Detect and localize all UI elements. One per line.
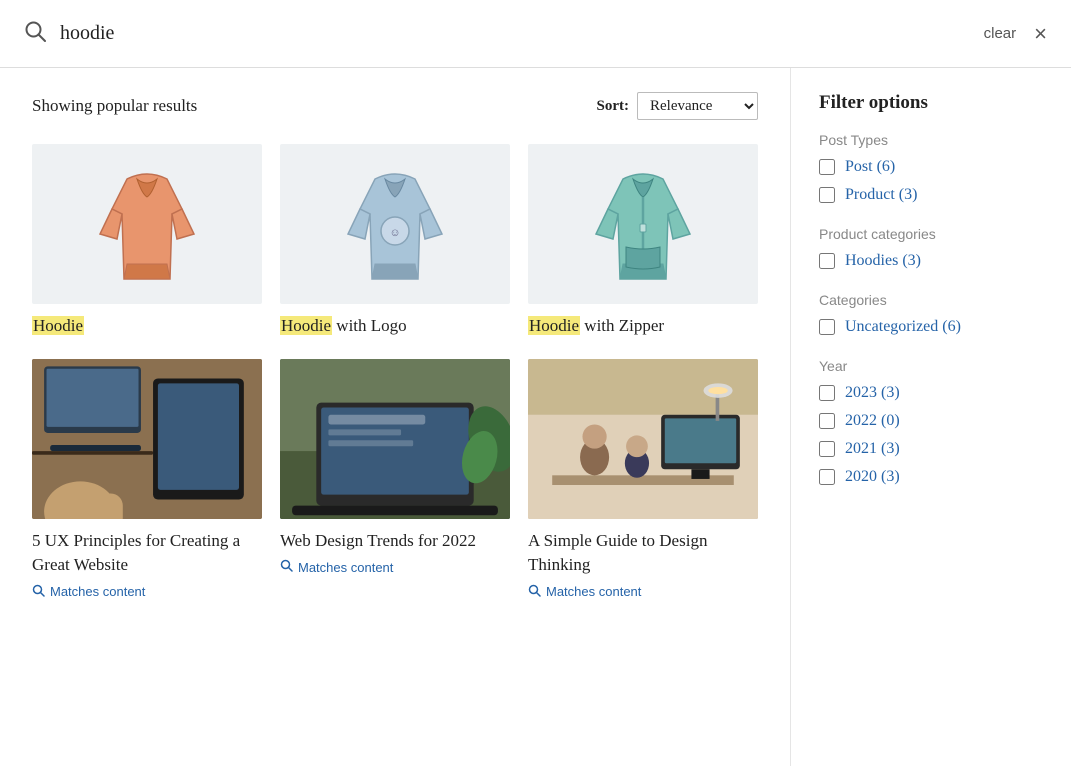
card-title: Web Design Trends for 2022	[280, 529, 510, 554]
results-area: Showing popular results Sort: Relevance …	[0, 68, 791, 766]
card-image	[528, 144, 758, 304]
result-card: Hoodie	[32, 144, 262, 339]
card-title: A Simple Guide to Design Thinking	[528, 529, 758, 578]
card-title: Hoodie	[32, 314, 262, 339]
filter-section-post-types: Post Types Post (6) Product (3)	[819, 132, 1043, 204]
sort-select[interactable]: Relevance Date Popularity	[637, 92, 758, 120]
filter-checkbox-product[interactable]	[819, 187, 835, 203]
filter-item: 2020 (3)	[819, 468, 1043, 486]
filter-section-label: Post Types	[819, 132, 1043, 148]
filter-item: 2021 (3)	[819, 440, 1043, 458]
card-image: ☺	[280, 144, 510, 304]
filter-item: Hoodies (3)	[819, 252, 1043, 270]
filter-item-label[interactable]: 2022 (0)	[845, 412, 900, 430]
filter-checkbox-2020[interactable]	[819, 469, 835, 485]
svg-text:☺: ☺	[389, 227, 400, 239]
search-input[interactable]	[60, 22, 984, 45]
filter-section-year: Year 2023 (3) 2022 (0) 2021 (3) 2020 (3)	[819, 358, 1043, 486]
filter-item: Uncategorized (6)	[819, 318, 1043, 336]
filter-item-label[interactable]: 2020 (3)	[845, 468, 900, 486]
result-card: 5 UX Principles for Creating a Great Web…	[32, 359, 262, 600]
result-card: A Simple Guide to Design Thinking Matche…	[528, 359, 758, 600]
clear-button[interactable]: clear	[984, 25, 1017, 42]
filter-checkbox-uncategorized[interactable]	[819, 319, 835, 335]
card-image	[32, 359, 262, 519]
highlight-text: Hoodie	[32, 316, 84, 335]
filter-item: Product (3)	[819, 186, 1043, 204]
filter-checkbox-2022[interactable]	[819, 413, 835, 429]
showing-popular-text: Showing popular results	[32, 96, 197, 116]
sort-label: Sort:	[597, 98, 630, 115]
result-card: Web Design Trends for 2022 Matches conte…	[280, 359, 510, 600]
filter-section-product-categories: Product categories Hoodies (3)	[819, 226, 1043, 270]
matches-content-badge: Matches content	[280, 559, 510, 575]
search-icon	[24, 20, 46, 48]
main-layout: Showing popular results Sort: Relevance …	[0, 68, 1071, 766]
filter-item-label[interactable]: Post (6)	[845, 158, 895, 176]
highlight-text: Hoodie	[280, 316, 332, 335]
matches-search-icon	[528, 584, 541, 600]
filter-section-label: Product categories	[819, 226, 1043, 242]
matches-search-icon	[280, 559, 293, 575]
matches-content-badge: Matches content	[528, 584, 758, 600]
card-title: Hoodie with Logo	[280, 314, 510, 339]
filter-section-label: Year	[819, 358, 1043, 374]
filter-item-label[interactable]: 2021 (3)	[845, 440, 900, 458]
highlight-text: Hoodie	[528, 316, 580, 335]
filter-item-label[interactable]: Hoodies (3)	[845, 252, 921, 270]
filter-item: 2023 (3)	[819, 384, 1043, 402]
filter-item: 2022 (0)	[819, 412, 1043, 430]
search-bar: clear ×	[0, 0, 1071, 68]
result-card: ☺ Hoodie with Logo	[280, 144, 510, 339]
filter-item-label[interactable]: 2023 (3)	[845, 384, 900, 402]
filter-checkbox-2021[interactable]	[819, 441, 835, 457]
filter-checkbox-post[interactable]	[819, 159, 835, 175]
filter-title: Filter options	[819, 92, 1043, 114]
filter-item-label[interactable]: Uncategorized (6)	[845, 318, 961, 336]
result-card: Hoodie with Zipper	[528, 144, 758, 339]
results-grid: Hoodie ☺ Hoodie with	[32, 144, 758, 600]
card-title: Hoodie with Zipper	[528, 314, 758, 339]
matches-content-badge: Matches content	[32, 584, 262, 600]
filter-item: Post (6)	[819, 158, 1043, 176]
card-title: 5 UX Principles for Creating a Great Web…	[32, 529, 262, 578]
results-header: Showing popular results Sort: Relevance …	[32, 92, 758, 120]
filter-section-label: Categories	[819, 292, 1043, 308]
card-image	[280, 359, 510, 519]
filter-checkbox-2023[interactable]	[819, 385, 835, 401]
card-image	[528, 359, 758, 519]
card-image	[32, 144, 262, 304]
matches-search-icon	[32, 584, 45, 600]
filter-item-label[interactable]: Product (3)	[845, 186, 917, 204]
filter-checkbox-hoodies[interactable]	[819, 253, 835, 269]
filter-panel: Filter options Post Types Post (6) Produ…	[791, 68, 1071, 766]
close-button[interactable]: ×	[1034, 21, 1047, 47]
filter-section-categories: Categories Uncategorized (6)	[819, 292, 1043, 336]
